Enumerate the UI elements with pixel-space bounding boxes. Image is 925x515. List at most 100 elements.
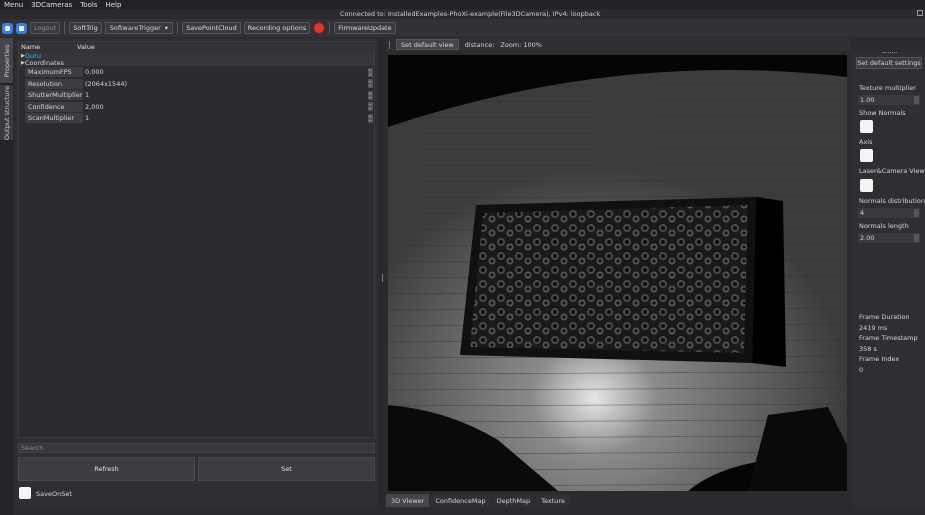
property-value[interactable]: 2,000 bbox=[83, 102, 374, 112]
properties-panel: Name Value ▶ Guru ▶ Coordinates MaximumF… bbox=[15, 38, 378, 508]
tab-texture[interactable]: Texture bbox=[536, 494, 570, 507]
trigger-mode-select[interactable]: SoftwareTrigger ▾ bbox=[104, 22, 174, 34]
viewer-tabs: 3D Viewer ConfidenceMap DepthMap Texture bbox=[386, 494, 570, 507]
set-button[interactable]: Set bbox=[198, 457, 375, 481]
menu-item-tools[interactable]: Tools bbox=[76, 1, 101, 9]
property-name: MaximumFPS bbox=[25, 67, 83, 77]
drag-handle-icon[interactable] bbox=[389, 40, 390, 49]
normals-distribution-label: Normals distribution bbox=[859, 197, 925, 205]
toolbar-separator bbox=[329, 22, 331, 34]
user-icon[interactable] bbox=[16, 22, 27, 34]
texture-multiplier-value: 1.00 bbox=[860, 96, 875, 104]
tab-3d-viewer[interactable]: 3D Viewer bbox=[386, 494, 430, 507]
tab-output-structure[interactable]: Output structure bbox=[0, 85, 13, 141]
property-row-confidence[interactable]: Confidence 2,000 bbox=[19, 101, 374, 112]
zoom-label: Zoom: 100% bbox=[500, 40, 542, 49]
show-normals-checkbox[interactable] bbox=[860, 120, 873, 133]
frame-timestamp-label: Frame Timestamp bbox=[859, 334, 918, 342]
texture-multiplier-input[interactable]: 1.00 bbox=[858, 95, 920, 105]
column-name-header: Name bbox=[21, 43, 41, 51]
toolbar: Logout SoftTrig SoftwareTrigger ▾ SavePo… bbox=[0, 19, 925, 37]
axis-label: Axis bbox=[859, 138, 873, 146]
recording-options-button[interactable]: Recording options bbox=[243, 22, 311, 34]
property-row-shutter-multiplier[interactable]: ShutterMultiplier 1 bbox=[19, 90, 374, 101]
home-icon[interactable] bbox=[2, 22, 13, 34]
spinbox-arrows-icon[interactable] bbox=[914, 96, 919, 104]
property-table-header: Name Value bbox=[19, 42, 374, 52]
set-default-settings-button[interactable]: Set default settings bbox=[856, 57, 922, 69]
property-name: ScanMultiplier bbox=[25, 113, 83, 123]
set-default-view-button[interactable]: Set default view bbox=[396, 39, 459, 50]
restore-window-icon[interactable] bbox=[917, 10, 923, 16]
property-table: Name Value ▶ Guru ▶ Coordinates MaximumF… bbox=[18, 41, 375, 438]
soft-trigger-button[interactable]: SoftTrig bbox=[69, 22, 102, 34]
stop-recording-icon[interactable] bbox=[313, 22, 326, 34]
property-row-resolution[interactable]: Resolution (2064x1544) bbox=[19, 78, 374, 89]
viewer-canvas[interactable] bbox=[388, 55, 847, 491]
tab-confidence-map[interactable]: ConfidenceMap bbox=[430, 494, 491, 507]
toolbar-separator bbox=[177, 22, 179, 34]
normals-length-label: Normals length bbox=[859, 222, 909, 230]
group-coordinates-label: Coordinates bbox=[25, 58, 65, 67]
save-on-set-checkbox[interactable] bbox=[19, 487, 31, 499]
spinbox-arrows-icon[interactable] bbox=[914, 234, 919, 242]
chevron-down-icon: ▾ bbox=[164, 24, 169, 32]
viewer-settings-panel: Set default settings Texture multiplier … bbox=[853, 52, 925, 508]
distance-label: distance: bbox=[464, 40, 495, 49]
frame-index-value: 0 bbox=[859, 366, 864, 374]
save-on-set-label: SaveOnSet bbox=[36, 490, 72, 498]
menu-item-help[interactable]: Help bbox=[101, 1, 125, 9]
property-name: ShutterMultiplier bbox=[25, 90, 83, 100]
tab-depth-map[interactable]: DepthMap bbox=[491, 494, 536, 507]
laser-camera-view-label: Laser&Camera View bbox=[859, 167, 925, 175]
frame-timestamp-value: 358 s bbox=[859, 345, 877, 353]
search-input[interactable]: Search bbox=[18, 443, 375, 453]
frame-index-label: Frame Index bbox=[859, 355, 900, 363]
texture-multiplier-label: Texture multiplier bbox=[859, 84, 916, 92]
normals-length-value: 2.00 bbox=[860, 234, 875, 242]
tab-properties[interactable]: Properties bbox=[0, 38, 13, 84]
tab-properties-label: Properties bbox=[2, 44, 11, 77]
laser-camera-view-checkbox[interactable] bbox=[860, 179, 873, 192]
spinbox-arrows-icon[interactable] bbox=[368, 79, 373, 88]
group-coordinates[interactable]: ▶ Coordinates bbox=[19, 58, 374, 67]
firmware-update-button[interactable]: FirmwareUpdate bbox=[334, 22, 396, 34]
frame-duration-value: 2419 ms bbox=[859, 324, 888, 332]
property-value[interactable]: (2064x1544) bbox=[83, 79, 374, 89]
spinbox-arrows-icon[interactable] bbox=[368, 113, 373, 123]
group-guru[interactable]: ▶ Guru bbox=[19, 52, 374, 60]
spinbox-arrows-icon[interactable] bbox=[368, 67, 373, 77]
logout-button[interactable]: Logout bbox=[30, 22, 61, 34]
menu-item-3dcameras[interactable]: 3DCameras bbox=[27, 1, 76, 9]
property-row-scan-multiplier[interactable]: ScanMultiplier 1 bbox=[19, 113, 374, 124]
menu-bar: Menu 3DCameras Tools Help Connected to: … bbox=[0, 0, 925, 18]
normals-distribution-input[interactable]: 4 bbox=[858, 208, 920, 218]
save-point-cloud-button[interactable]: SavePointCloud bbox=[182, 22, 241, 34]
toolbar-separator bbox=[64, 22, 66, 34]
connection-status: Connected to: InstalledExamples-PhoXi-ex… bbox=[340, 10, 601, 18]
spinbox-arrows-icon[interactable] bbox=[368, 90, 373, 100]
property-value[interactable]: 1 bbox=[83, 90, 374, 100]
property-row-maximum-fps[interactable]: MaximumFPS 0,000 bbox=[19, 67, 374, 78]
property-name: Resolution bbox=[25, 78, 83, 89]
property-value[interactable]: 0,000 bbox=[83, 67, 374, 77]
column-value-header: Value bbox=[77, 43, 95, 51]
point-cloud-render bbox=[388, 69, 847, 491]
frame-duration-label: Frame Duration bbox=[859, 313, 910, 321]
trigger-mode-value: SoftwareTrigger bbox=[109, 24, 161, 32]
spinbox-arrows-icon[interactable] bbox=[914, 209, 919, 217]
refresh-button[interactable]: Refresh bbox=[18, 457, 195, 481]
normals-length-input[interactable]: 2.00 bbox=[858, 233, 920, 243]
property-name: Confidence bbox=[25, 101, 83, 112]
side-tab-bar: Properties Output structure bbox=[0, 38, 13, 515]
menu-item-menu[interactable]: Menu bbox=[0, 1, 27, 9]
show-normals-label: Show Normals bbox=[859, 109, 906, 117]
drag-handle-icon[interactable] bbox=[883, 52, 897, 54]
tab-output-structure-label: Output structure bbox=[2, 85, 11, 140]
normals-distribution-value: 4 bbox=[860, 209, 865, 217]
viewer-toolbar: Set default view distance: Zoom: 100% bbox=[386, 38, 851, 51]
panel-splitter[interactable] bbox=[380, 38, 385, 508]
spinbox-arrows-icon[interactable] bbox=[368, 102, 373, 111]
property-value[interactable]: 1 bbox=[83, 113, 374, 123]
axis-checkbox[interactable] bbox=[860, 149, 873, 162]
